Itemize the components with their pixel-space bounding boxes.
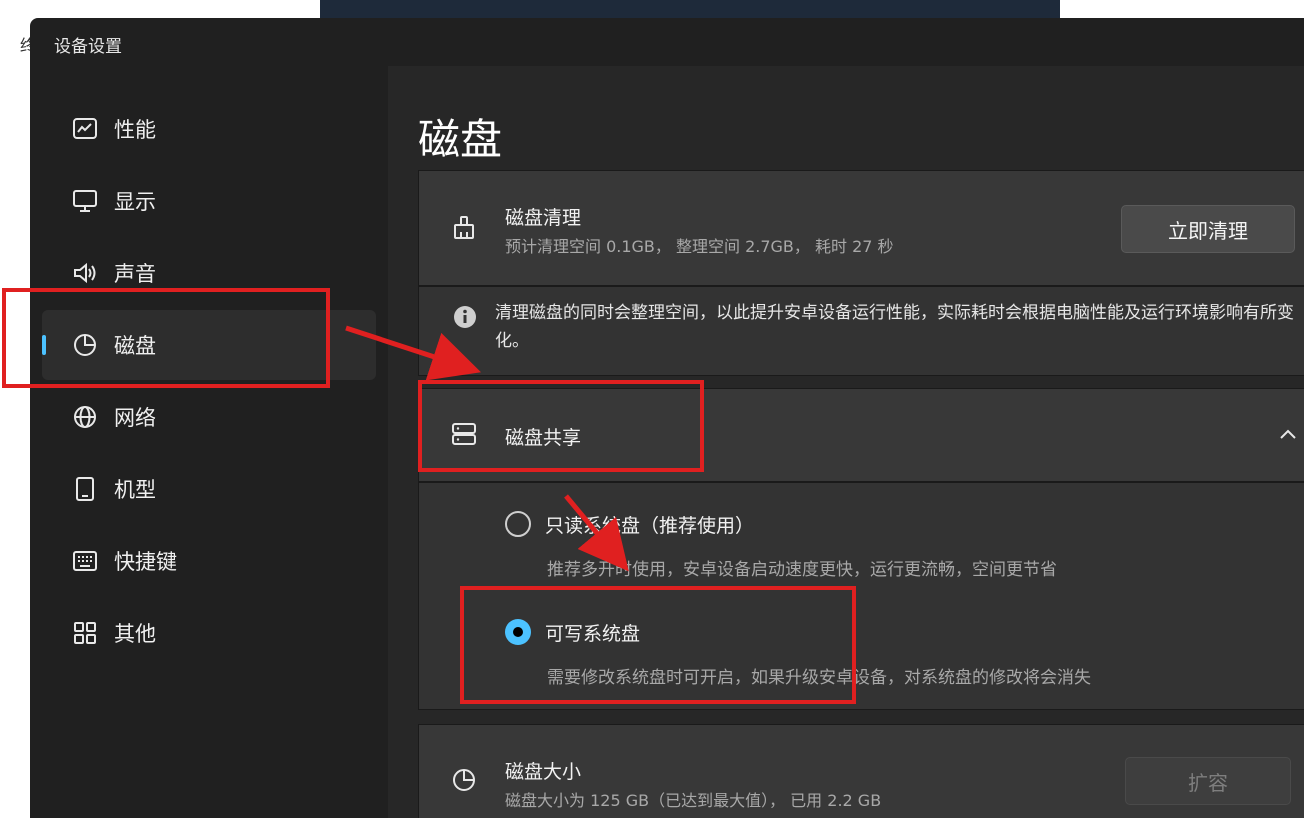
annotation-arrows [345, 325, 629, 572]
annotation-arrow [345, 325, 482, 381]
annotation-arrow [564, 494, 629, 572]
